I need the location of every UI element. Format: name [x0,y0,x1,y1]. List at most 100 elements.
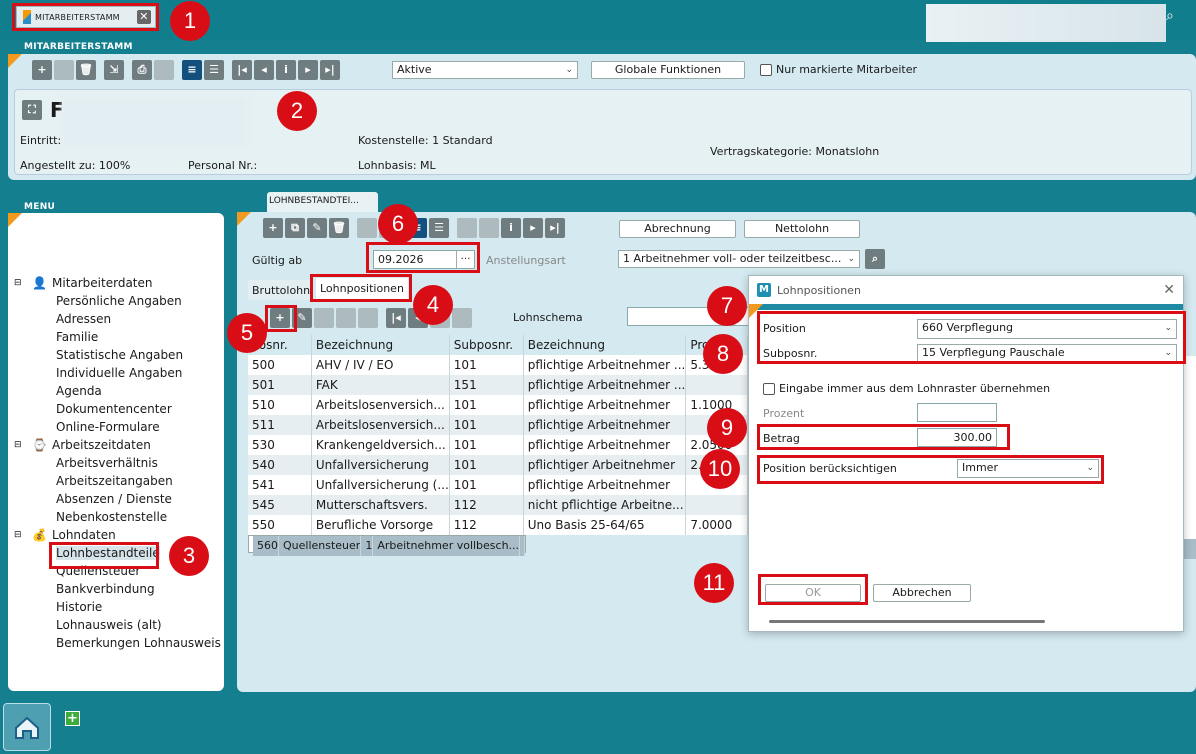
person-icon: 👤 [32,276,47,290]
delete-icon[interactable]: 🗑 [76,60,96,80]
dialog-title: Lohnpositionen [777,283,861,297]
group-mitarbeiterdaten[interactable]: Mitarbeiterdaten [52,276,153,290]
cell: 560 [253,536,279,556]
add-icon[interactable]: + [263,218,283,238]
search-icon[interactable]: ⌕ [865,249,885,269]
delete-icon[interactable]: 🗑 [329,218,349,238]
table-row[interactable]: 501 FAK 151 pflichtige Arbeitnehmer ... [248,375,748,395]
menu-item-arbeitszeitangaben[interactable]: Arbeitszeitangaben [56,474,173,488]
disabled-icon [314,308,334,328]
disabled-icon [358,308,378,328]
first-record-icon[interactable]: |◂ [232,60,252,80]
highlight-box-10 [757,455,1104,484]
employee-filter-select[interactable]: Aktive ⌄ [392,61,578,79]
col-subposnr[interactable]: Subposnr. [449,335,524,355]
cell: 151 [449,375,524,395]
collapse-icon[interactable]: ⊟ [14,440,22,450]
menu-item-absenzen[interactable]: Absenzen / Dienste [56,492,172,506]
subtab-bruttolohn[interactable]: Bruttolohn [248,280,314,300]
table-row[interactable]: 500 AHV / IV / EO 101 pflichtige Arbeitnehm… [248,355,748,375]
copy-icon[interactable]: ⧉ [285,218,305,238]
group-arbeitszeitdaten[interactable]: Arbeitszeitdaten [52,438,151,452]
table-row[interactable]: 545 Mutterschaftsvers. 112 nicht pflichtige… [248,495,748,515]
gueltig-ab-label: Gültig ab [252,254,303,267]
table-row[interactable]: 541 Unfallversicherung (... 101 pflichtige … [248,475,748,495]
annotation-badge-7: 7 [707,286,747,326]
money-icon: 💰 [32,528,47,542]
menu-item-lohnausweis-alt[interactable]: Lohnausweis (alt) [56,618,162,632]
menu-item-online-formulare[interactable]: Online-Formulare [56,420,160,434]
col-bezeichnung-2[interactable]: Bezeichnung [523,335,687,355]
detail-view-icon[interactable]: ≡ [182,60,202,80]
list-view-icon[interactable]: ☰ [429,218,449,238]
menu-item-agenda[interactable]: Agenda [56,384,102,398]
prozent-label: Prozent [763,407,805,420]
menu-item-persoenliche-angaben[interactable]: Persönliche Angaben [56,294,182,308]
list-view-icon[interactable]: ☰ [204,60,224,80]
home-button[interactable] [3,703,51,751]
global-search-input[interactable] [926,4,1166,42]
menu-item-adressen[interactable]: Adressen [56,312,111,326]
last-record-icon[interactable]: ▸| [320,60,340,80]
annotation-badge-10: 10 [700,449,740,489]
info-icon[interactable]: i [276,60,296,80]
table-row-selected[interactable]: 560 Quellensteuer 1 Arbeitnehmer vollbesch.… [248,535,527,556]
only-marked-checkbox[interactable]: Nur markierte Mitarbeiter [760,63,917,76]
export-icon[interactable]: ⇲ [104,60,124,80]
cancel-button[interactable]: Abbrechen [873,584,971,602]
menu-header: MENU [24,202,56,212]
last-record-icon[interactable]: ▸| [545,218,565,238]
prozent-input[interactable] [917,403,997,422]
cell: Uno Basis 25-64/65 [523,515,687,535]
menu-item-bankverbindung[interactable]: Bankverbindung [56,582,155,596]
print-icon[interactable]: ⎙ [132,60,152,80]
first-record-icon[interactable]: |◂ [386,308,406,328]
col-bezeichnung[interactable]: Bezeichnung [311,335,450,355]
anstellungsart-label: Anstellungsart [486,254,566,267]
table-row[interactable]: 550 Berufliche Vorsorge 112 Uno Basis 25-64… [248,515,748,535]
search-icon[interactable]: ⌕ [1166,8,1182,24]
edit-icon[interactable]: ✎ [307,218,327,238]
collapse-icon[interactable]: ⊟ [14,530,22,540]
scrollbar[interactable] [769,620,1045,623]
cell: Arbeitnehmer vollbesch... [372,536,521,556]
copy-icon[interactable] [54,60,74,80]
cell: 101 [449,455,524,475]
collapse-icon[interactable]: ⊟ [14,278,22,288]
global-functions-button[interactable]: Globale Funktionen [591,61,745,79]
cell: FAK [311,375,450,395]
table-row[interactable]: 530 Krankengeldversich... 101 pflichtige Ar… [248,435,748,455]
next-record-icon[interactable]: ▸ [523,218,543,238]
group-lohndaten[interactable]: Lohndaten [52,528,116,542]
menu-item-dokumentencenter[interactable]: Dokumentencenter [56,402,172,416]
close-icon[interactable]: ✕ [1163,282,1175,298]
next-record-icon[interactable]: ▸ [298,60,318,80]
menu-item-individuelle-angaben[interactable]: Individuelle Angaben [56,366,182,380]
expand-icon[interactable]: ⛶ [22,100,42,120]
table-row[interactable]: 511 Arbeitslosenversich... 101 pflichtige A… [248,415,748,435]
highlight-box-9 [757,424,1010,450]
annotation-badge-8: 8 [703,334,743,374]
menu-item-familie[interactable]: Familie [56,330,98,344]
cell: 7.0000 [685,515,748,535]
anstellungsart-select[interactable]: 1 Arbeitnehmer voll- oder teilzeitbesc..… [618,250,860,268]
nettolohn-button[interactable]: Nettolohn [744,220,860,238]
menu-item-statistische-angaben[interactable]: Statistische Angaben [56,348,183,362]
tab-lohnbestandteile[interactable]: LOHNBESTANDTEI... [267,192,378,212]
kostenstelle-label: Kostenstelle: 1 Standard [358,134,493,147]
menu-item-arbeitsverhaeltnis[interactable]: Arbeitsverhältnis [56,456,158,470]
add-icon[interactable]: + [32,60,52,80]
menu-item-historie[interactable]: Historie [56,600,102,614]
add-tab-icon[interactable]: + [65,711,80,726]
abrechnung-button[interactable]: Abrechnung [619,220,736,238]
info-icon[interactable]: i [501,218,521,238]
prev-record-icon[interactable]: ◂ [254,60,274,80]
menu-item-bemerkungen-lohnausweis[interactable]: Bemerkungen Lohnausweis [56,636,221,650]
checkbox-icon[interactable] [760,64,772,76]
bottom-bar [0,700,1196,754]
menu-item-nebenkostenstelle[interactable]: Nebenkostenstelle [56,510,167,524]
raster-checkbox[interactable]: Eingabe immer aus dem Lohnraster überneh… [763,382,1050,395]
checkbox-icon[interactable] [763,383,775,395]
table-row[interactable]: 540 Unfallversicherung 101 pflichtiger Arbe… [248,455,748,475]
table-row[interactable]: 510 Arbeitslosenversich... 101 pflichtige A… [248,395,748,415]
